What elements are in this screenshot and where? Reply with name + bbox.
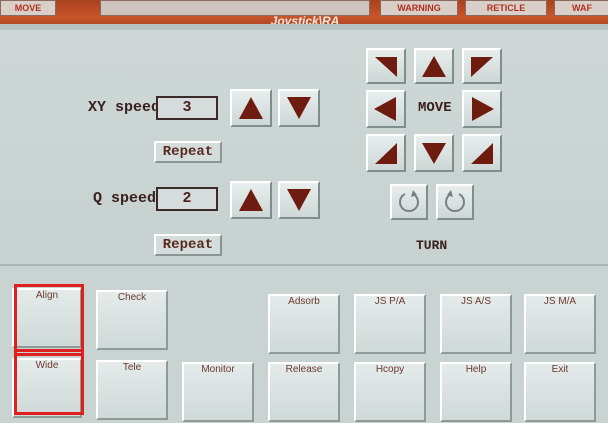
arrow-down-icon <box>287 97 311 119</box>
monitor-button[interactable]: Monitor <box>182 362 254 422</box>
xy-speed-down-button[interactable] <box>278 89 320 127</box>
tab-reticle[interactable]: RETICLE <box>465 0 547 16</box>
xy-speed-label: XY speed <box>88 99 161 116</box>
adsorb-button[interactable]: Adsorb <box>268 294 340 354</box>
arrow-right-icon <box>472 97 494 121</box>
arrow-up-icon <box>239 189 263 211</box>
q-speed-repeat-button[interactable]: Repeat <box>154 234 222 256</box>
tab-warning[interactable]: WARNING <box>380 0 458 16</box>
highlight-wide <box>14 349 84 415</box>
arrow-left-icon <box>374 97 396 121</box>
q-speed-value: 2 <box>156 187 218 211</box>
title-underline <box>0 24 608 30</box>
arrow-down-icon <box>287 189 311 211</box>
arrow-up-icon <box>239 97 263 119</box>
move-left-button[interactable] <box>366 90 406 128</box>
exit-button[interactable]: Exit <box>524 362 596 422</box>
turn-left-button[interactable] <box>390 184 428 220</box>
move-up-button[interactable] <box>414 48 454 84</box>
js-ma-button[interactable]: JS M/A <box>524 294 596 354</box>
move-down-right-button[interactable] <box>462 134 502 172</box>
move-up-right-button[interactable] <box>462 48 502 84</box>
rotate-icon <box>399 190 419 213</box>
tab-move[interactable]: MOVE <box>0 0 56 16</box>
move-up-left-button[interactable] <box>366 48 406 84</box>
joystick-screen: MOVE WARNING RETICLE WAF Joystick\RA XY … <box>0 0 608 423</box>
xy-speed-value: 3 <box>156 96 218 120</box>
js-as-button[interactable]: JS A/S <box>440 294 512 354</box>
arrow-up-icon <box>422 56 446 77</box>
arrow-up-left-icon <box>471 143 493 164</box>
tele-button[interactable]: Tele <box>96 360 168 420</box>
divider <box>0 264 608 266</box>
q-speed-label: Q speed <box>93 190 157 207</box>
q-speed-down-button[interactable] <box>278 181 320 219</box>
move-down-button[interactable] <box>414 134 454 172</box>
arrow-up-right-icon <box>375 143 397 164</box>
move-down-left-button[interactable] <box>366 134 406 172</box>
turn-right-button[interactable] <box>436 184 474 220</box>
arrow-down-right-icon <box>375 57 397 77</box>
highlight-align <box>14 284 84 356</box>
q-speed-up-button[interactable] <box>230 181 272 219</box>
xy-speed-repeat-button[interactable]: Repeat <box>154 141 222 163</box>
arrow-down-icon <box>422 143 446 164</box>
help-button[interactable]: Help <box>440 362 512 422</box>
xy-speed-up-button[interactable] <box>230 89 272 127</box>
move-label: MOVE <box>418 100 452 116</box>
check-button[interactable]: Check <box>96 290 168 350</box>
turn-label: TURN <box>416 238 448 253</box>
rotate-icon <box>445 190 465 213</box>
release-button[interactable]: Release <box>268 362 340 422</box>
arrow-down-left-icon <box>471 57 493 77</box>
js-pa-button[interactable]: JS P/A <box>354 294 426 354</box>
tab-waf[interactable]: WAF <box>554 0 608 16</box>
hcopy-button[interactable]: Hcopy <box>354 362 426 422</box>
title-bar: MOVE WARNING RETICLE WAF Joystick\RA <box>0 0 608 28</box>
move-right-button[interactable] <box>462 90 502 128</box>
